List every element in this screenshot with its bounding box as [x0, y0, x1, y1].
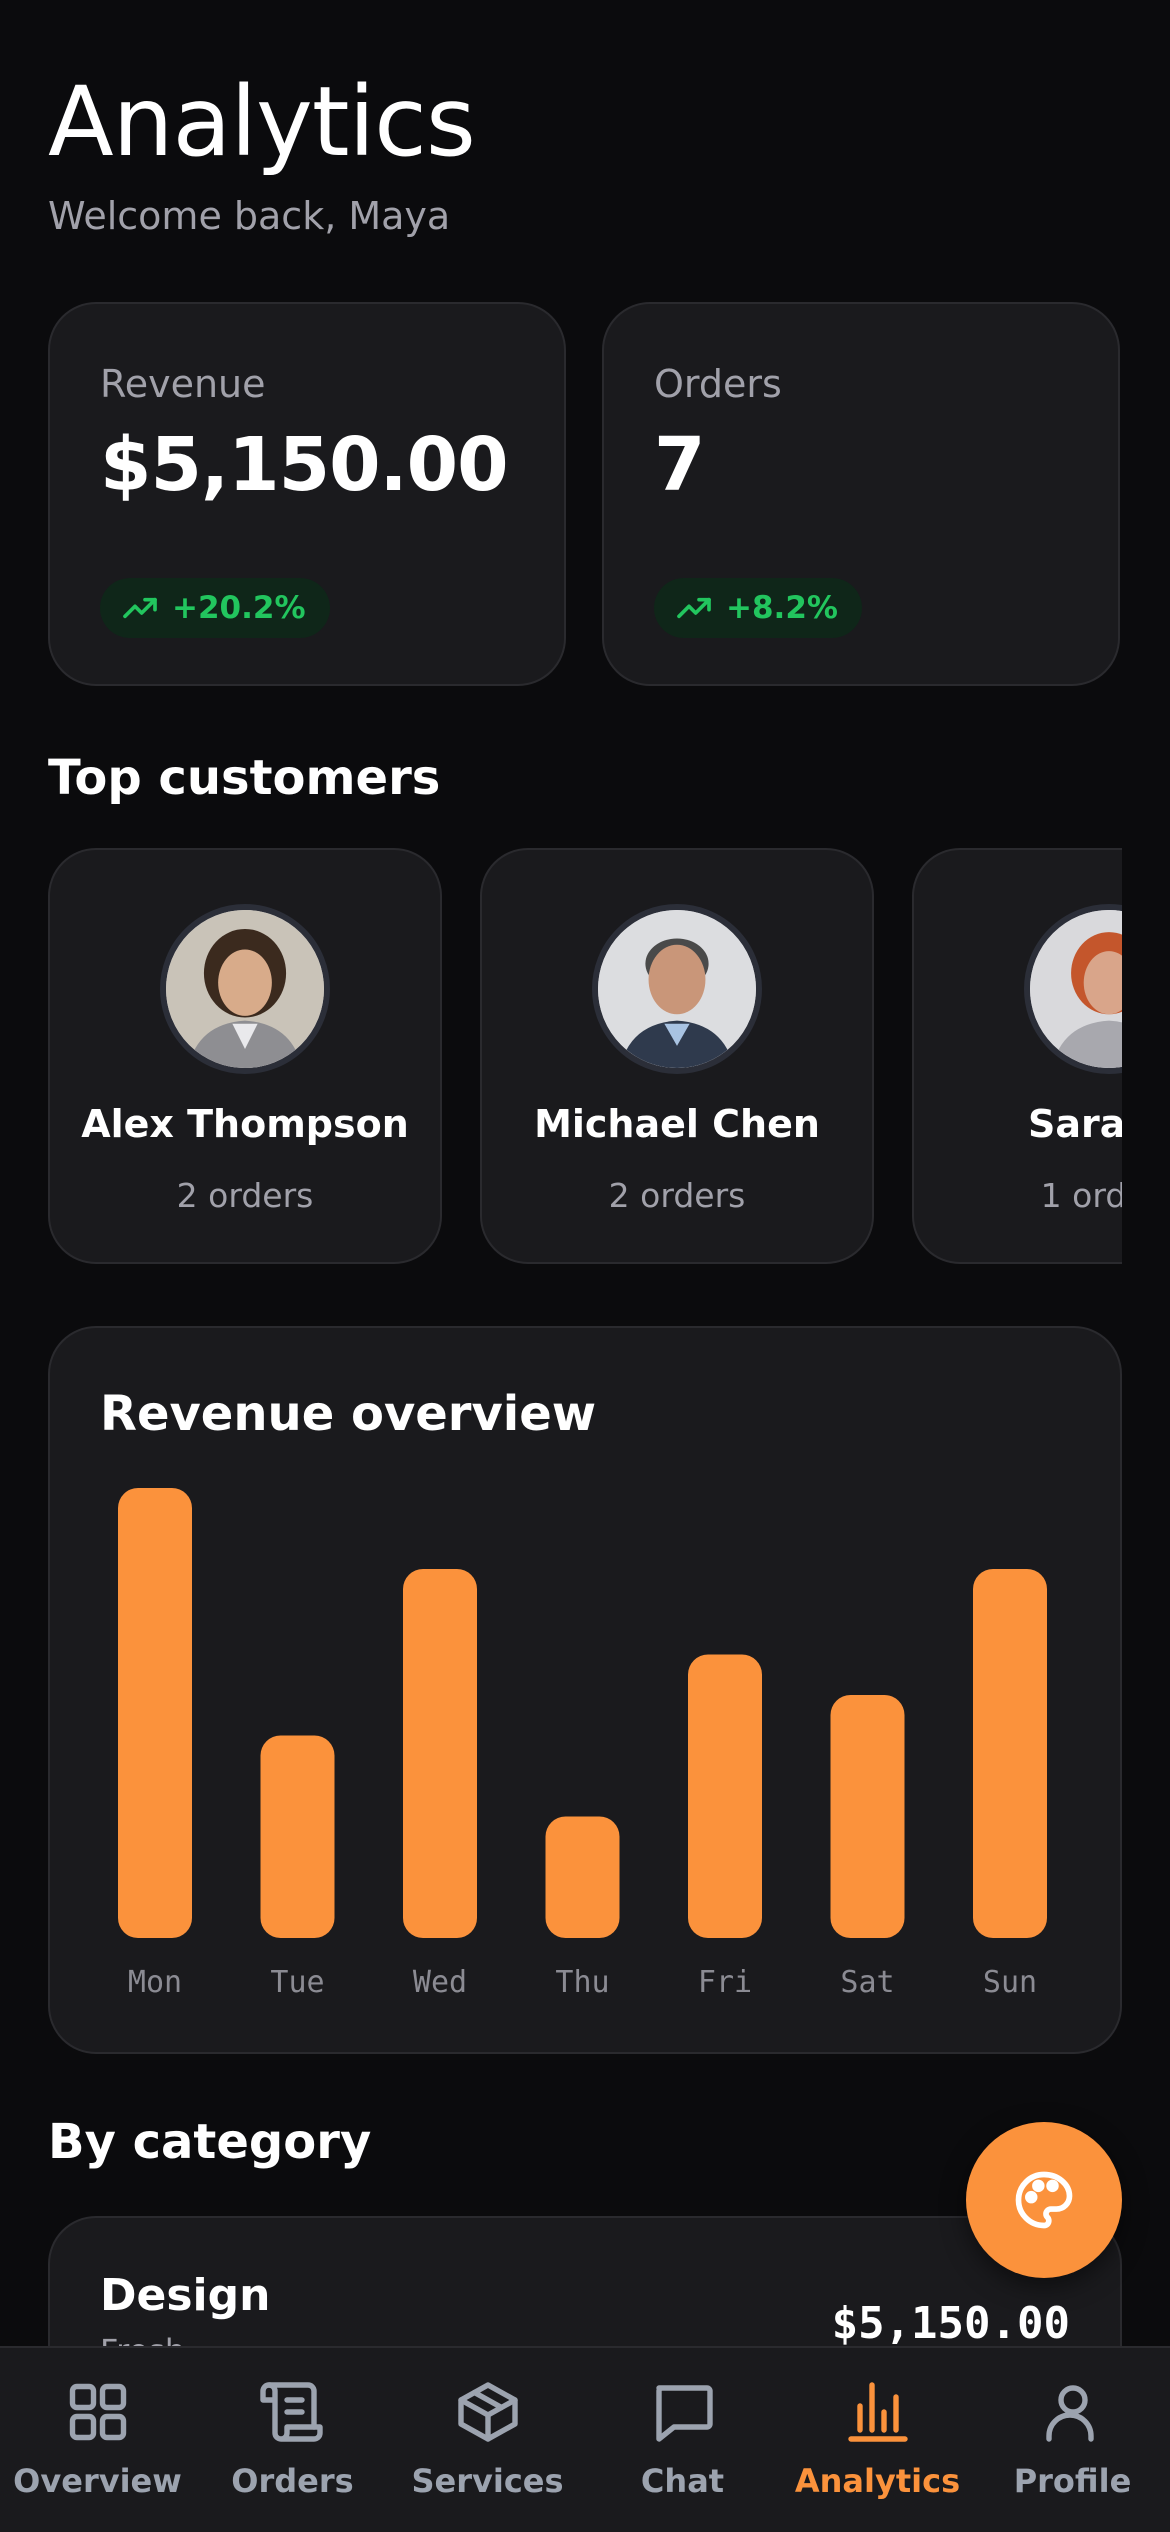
customer-card[interactable]: Michael Chen 2 orders	[480, 848, 874, 1264]
category-name: Design	[100, 2270, 271, 2321]
revenue-value: $5,150.00	[100, 422, 509, 508]
bottom-navigation: Overview Orders Services Chat Analytics …	[0, 2346, 1170, 2532]
nav-label: Chat	[640, 2462, 725, 2500]
bar-fri[interactable]	[688, 1654, 762, 1939]
revenue-bar-chart: Mon Tue Wed Thu Fri Sat Sun	[118, 1488, 1047, 2000]
x-tick-label: Sat	[840, 1965, 894, 2000]
chat-icon	[655, 2385, 713, 2442]
bar-sun[interactable]	[973, 1569, 1047, 1938]
x-tick-label: Wed	[413, 1965, 467, 2000]
avatar	[592, 904, 762, 1074]
trending-up-icon	[123, 597, 157, 619]
bar-thu[interactable]	[545, 1816, 620, 1939]
revenue-label: Revenue	[100, 362, 266, 406]
page-title: Analytics	[48, 66, 476, 178]
welcome-subtitle: Welcome back, Maya	[48, 194, 451, 238]
x-tick-label: Tue	[270, 1965, 324, 2000]
revenue-overview-card: Revenue overview Mon Tue Wed Thu Fri Sat Sun	[48, 1326, 1122, 2054]
customer-order-count: 1 orders	[1040, 1176, 1122, 1215]
bar-chart-icon	[847, 2382, 908, 2442]
scroll-icon	[259, 2382, 323, 2442]
customer-order-count: 2 orders	[176, 1176, 314, 1215]
category-amount: $5,150.00	[831, 2298, 1070, 2349]
customer-card[interactable]: Alex Thompson 2 orders	[48, 848, 442, 1264]
nav-item-overview[interactable]: Overview	[0, 2348, 195, 2532]
x-tick-label: Mon	[128, 1965, 182, 2000]
user-icon	[1045, 2385, 1094, 2442]
orders-change-value: +8.2%	[726, 590, 838, 626]
bar-sat[interactable]	[830, 1695, 905, 1938]
top-customers-heading: Top customers	[48, 750, 441, 806]
customer-name: Alex Thompson	[81, 1102, 409, 1146]
nav-label: Services	[411, 2462, 564, 2500]
x-tick-label: Sun	[983, 1965, 1037, 2000]
x-tick-label: Thu	[555, 1965, 609, 2000]
orders-change-badge: +8.2%	[654, 578, 862, 638]
palette-icon	[1015, 2171, 1073, 2229]
nav-label: Profile	[1013, 2462, 1132, 2500]
nav-label: Analytics	[794, 2462, 961, 2500]
revenue-stat-card[interactable]: Revenue $5,150.00 +20.2%	[48, 302, 566, 686]
orders-value: 7	[654, 422, 705, 508]
nav-item-chat[interactable]: Chat	[585, 2348, 780, 2532]
nav-item-orders[interactable]: Orders	[195, 2348, 390, 2532]
customer-order-count: 2 orders	[608, 1176, 746, 1215]
nav-item-analytics[interactable]: Analytics	[780, 2348, 975, 2532]
bar-tue[interactable]	[260, 1735, 335, 1939]
nav-label: Orders	[231, 2462, 354, 2500]
orders-stat-card[interactable]: Orders 7 +8.2%	[602, 302, 1120, 686]
revenue-change-value: +20.2%	[172, 590, 306, 626]
bar-wed[interactable]	[403, 1569, 477, 1938]
package-icon	[457, 2382, 518, 2442]
theme-fab-button[interactable]	[966, 2122, 1122, 2278]
orders-label: Orders	[654, 362, 782, 406]
nav-item-profile[interactable]: Profile	[975, 2348, 1170, 2532]
avatar	[1024, 904, 1122, 1074]
top-customers-carousel[interactable]: Alex Thompson 2 orders Michael Chen 2 or…	[48, 848, 1122, 1266]
customer-name: Michael Chen	[534, 1102, 820, 1146]
revenue-change-badge: +20.2%	[100, 578, 330, 638]
nav-item-services[interactable]: Services	[390, 2348, 585, 2532]
avatar	[160, 904, 330, 1074]
grid-icon	[69, 2383, 126, 2441]
x-tick-label: Fri	[698, 1965, 752, 2000]
nav-label: Overview	[13, 2462, 182, 2500]
customer-name: Sarah L	[1028, 1102, 1122, 1146]
customer-card[interactable]: Sarah L 1 orders	[912, 848, 1122, 1264]
bar-mon[interactable]	[118, 1488, 192, 1938]
by-category-heading: By category	[48, 2114, 372, 2170]
trending-up-icon	[677, 597, 711, 619]
